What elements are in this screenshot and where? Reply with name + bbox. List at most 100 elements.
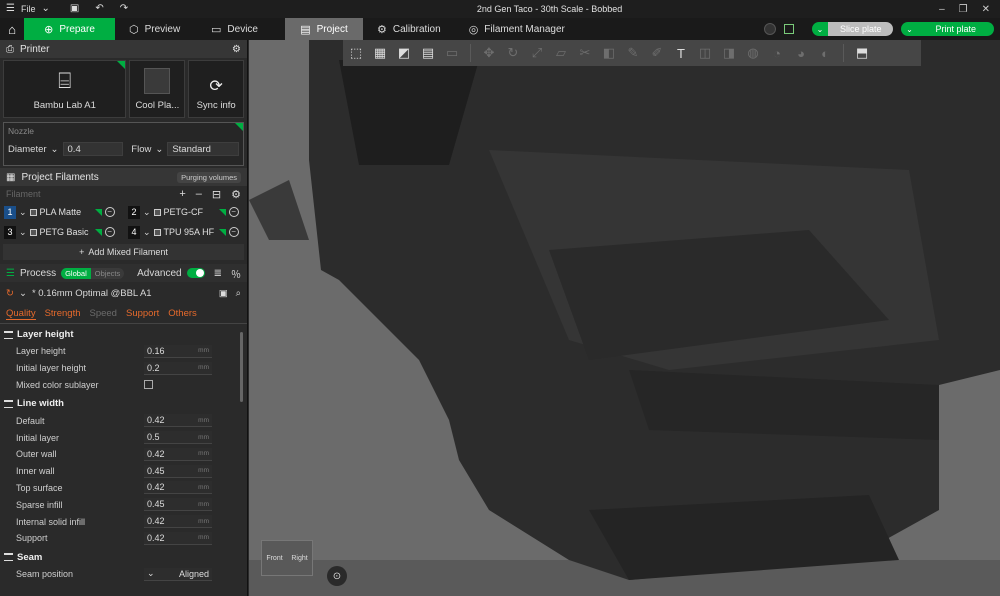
chevron-down-icon[interactable]: ⌄ <box>19 207 27 218</box>
undo-icon[interactable]: ↶ <box>95 4 103 14</box>
sync-info-button[interactable]: ⟳ Sync info <box>188 60 244 118</box>
chevron-down-icon[interactable]: ⌄ <box>143 227 151 238</box>
setting-input[interactable]: 0.16 mm <box>144 344 212 358</box>
scrollbar[interactable] <box>240 332 243 402</box>
fuzzy-skin-icon[interactable]: ◔ <box>767 43 787 63</box>
tab-preview[interactable]: ⬡ Preview <box>115 18 197 40</box>
diameter-select[interactable]: 0.4 <box>62 142 124 156</box>
cut-icon[interactable]: ✂ <box>575 43 595 63</box>
filament-slot-3[interactable]: 3 ⌄ PETG Basic − <box>4 224 128 240</box>
move-icon[interactable]: ✥ <box>479 43 499 63</box>
filament-slot-1[interactable]: 1 ⌄ PLA Matte − <box>4 204 128 220</box>
assembly-view-icon[interactable]: ⬒ <box>852 43 872 63</box>
flow-select[interactable]: Standard <box>167 142 239 156</box>
chevron-down-icon[interactable]: ⌄ <box>155 144 163 155</box>
navigation-cube[interactable]: Front Right <box>261 540 313 576</box>
purging-volumes-button[interactable]: Purging volumes <box>177 171 241 183</box>
cube-right-label[interactable]: Right <box>291 555 307 562</box>
cloud-icon[interactable] <box>763 23 776 35</box>
minimize-icon[interactable]: – <box>939 4 945 15</box>
tab-device[interactable]: ▭ Device <box>197 18 285 40</box>
redo-icon[interactable]: ↷ <box>120 4 128 14</box>
gear-icon[interactable]: ⚙ <box>231 188 241 201</box>
tab-calibration[interactable]: ⚙ Calibration <box>363 18 455 40</box>
remove-filament-icon[interactable]: − <box>104 227 115 237</box>
filament-filter[interactable]: Filament <box>6 189 41 199</box>
setting-input[interactable]: 0.42 mm <box>144 447 212 461</box>
search-icon[interactable]: ⌕ <box>236 288 241 299</box>
grid-plate-icon[interactable]: ▦ <box>370 43 390 63</box>
remove-filament-icon[interactable]: − <box>104 207 115 217</box>
auto-orient-icon[interactable]: ◩ <box>394 43 414 63</box>
tab-speed[interactable]: Speed <box>90 308 117 319</box>
tab-strength[interactable]: Strength <box>45 308 81 319</box>
split-icon[interactable]: ▭ <box>442 43 462 63</box>
add-mixed-filament-button[interactable]: + Add Mixed Filament <box>3 244 244 260</box>
file-menu[interactable]: File <box>21 4 36 14</box>
arrange-icon[interactable]: ▤ <box>418 43 438 63</box>
setting-input[interactable]: 0.42 mm <box>144 481 212 495</box>
chevron-down-icon[interactable]: ⌄ <box>51 144 59 155</box>
assemble-icon[interactable]: ◨ <box>719 43 739 63</box>
seam-position-select[interactable]: ⌄ Aligned <box>144 567 212 581</box>
lay-flat-icon[interactable]: ▱ <box>551 43 571 63</box>
global-objects-toggle[interactable]: Global Objects <box>61 267 125 279</box>
menu-icon[interactable]: ☰ <box>6 4 15 14</box>
tab-others[interactable]: Others <box>168 308 197 319</box>
chevron-down-icon[interactable]: ⌄ <box>811 22 828 36</box>
global-option[interactable]: Global <box>61 267 91 279</box>
text-tool-icon[interactable]: T <box>671 43 691 63</box>
print-plate-button[interactable]: ⌄ Print plate <box>901 22 994 36</box>
color-paint-icon[interactable]: ◍ <box>743 43 763 63</box>
tab-project[interactable]: ▤ Project <box>285 18 363 40</box>
list-icon[interactable]: ≣ <box>214 268 222 279</box>
close-icon[interactable]: ✕ <box>982 4 990 15</box>
mesh-boolean-icon[interactable]: ◧ <box>599 43 619 63</box>
variable-layer-icon[interactable]: ◐ <box>815 43 835 63</box>
slice-plate-button[interactable]: ⌄ Slice plate <box>811 22 894 36</box>
setting-input[interactable]: 0.5 mm <box>144 431 212 445</box>
setting-input[interactable]: 0.42 mm <box>144 414 212 428</box>
filament-slot-4[interactable]: 4 ⌄ TPU 95A HF − <box>128 224 247 240</box>
filament-slot-2[interactable]: 2 ⌄ PETG-CF − <box>128 204 247 220</box>
remove-filament-icon[interactable]: − <box>228 227 239 237</box>
setting-input[interactable]: 0.2 mm <box>144 361 212 375</box>
setting-input[interactable]: 0.45 mm <box>144 464 212 478</box>
save-icon[interactable]: ▣ <box>219 288 228 299</box>
advanced-toggle[interactable] <box>186 268 205 278</box>
tab-filament-manager[interactable]: ◎ Filament Manager <box>455 18 579 40</box>
chevron-down-icon[interactable]: ⌄ <box>41 4 49 14</box>
restore-icon[interactable]: ❐ <box>959 4 968 15</box>
measure-icon[interactable]: ◫ <box>695 43 715 63</box>
objects-option[interactable]: Objects <box>90 267 125 279</box>
gear-icon[interactable]: ⚙ <box>232 44 241 55</box>
3d-viewport[interactable]: ⬚ ▦ ◩ ▤ ▭ ✥ ↻ ⤢ ▱ ✂ ◧ ✎ ✐ T ◫ ◨ ◍ ◔ ◕ ◐ … <box>249 40 1000 596</box>
mixed-color-checkbox[interactable] <box>144 380 153 390</box>
percent-icon[interactable]: ％ <box>231 266 241 281</box>
add-object-icon[interactable]: ⬚ <box>346 43 366 63</box>
scale-icon[interactable]: ⤢ <box>527 43 547 63</box>
remove-icon[interactable]: – <box>196 188 202 201</box>
chevron-down-icon[interactable]: ⌄ <box>19 227 27 238</box>
save-icon[interactable]: ▣ <box>70 4 79 14</box>
chevron-down-icon[interactable]: ⌄ <box>901 22 918 36</box>
tab-prepare[interactable]: ⊕ Prepare <box>24 18 115 40</box>
home-icon[interactable]: ⌂ <box>0 18 24 40</box>
brim-ears-icon[interactable]: ◕ <box>791 43 811 63</box>
setting-input[interactable]: 0.42 mm <box>144 531 212 545</box>
grid-icon[interactable] <box>783 24 794 34</box>
remove-filament-icon[interactable]: − <box>228 207 239 217</box>
process-preset-select[interactable]: * 0.16mm Optimal @BBL A1 <box>32 288 152 299</box>
setting-input[interactable]: 0.42 mm <box>144 515 212 529</box>
chevron-down-icon[interactable]: ⌄ <box>19 288 27 299</box>
chevron-down-icon[interactable]: ⌄ <box>143 207 151 218</box>
sync-filament-icon[interactable]: ⊟ <box>212 188 221 201</box>
printer-select[interactable]: ⌸ Bambu Lab A1 <box>3 60 127 118</box>
support-paint-icon[interactable]: ✎ <box>623 43 643 63</box>
add-icon[interactable]: + <box>179 188 185 201</box>
tab-support[interactable]: Support <box>126 308 159 319</box>
rotate-icon[interactable]: ↻ <box>503 43 523 63</box>
tab-quality[interactable]: Quality <box>6 308 36 320</box>
plate-select[interactable]: Cool Pla... <box>129 60 186 118</box>
setting-input[interactable]: 0.45 mm <box>144 498 212 512</box>
